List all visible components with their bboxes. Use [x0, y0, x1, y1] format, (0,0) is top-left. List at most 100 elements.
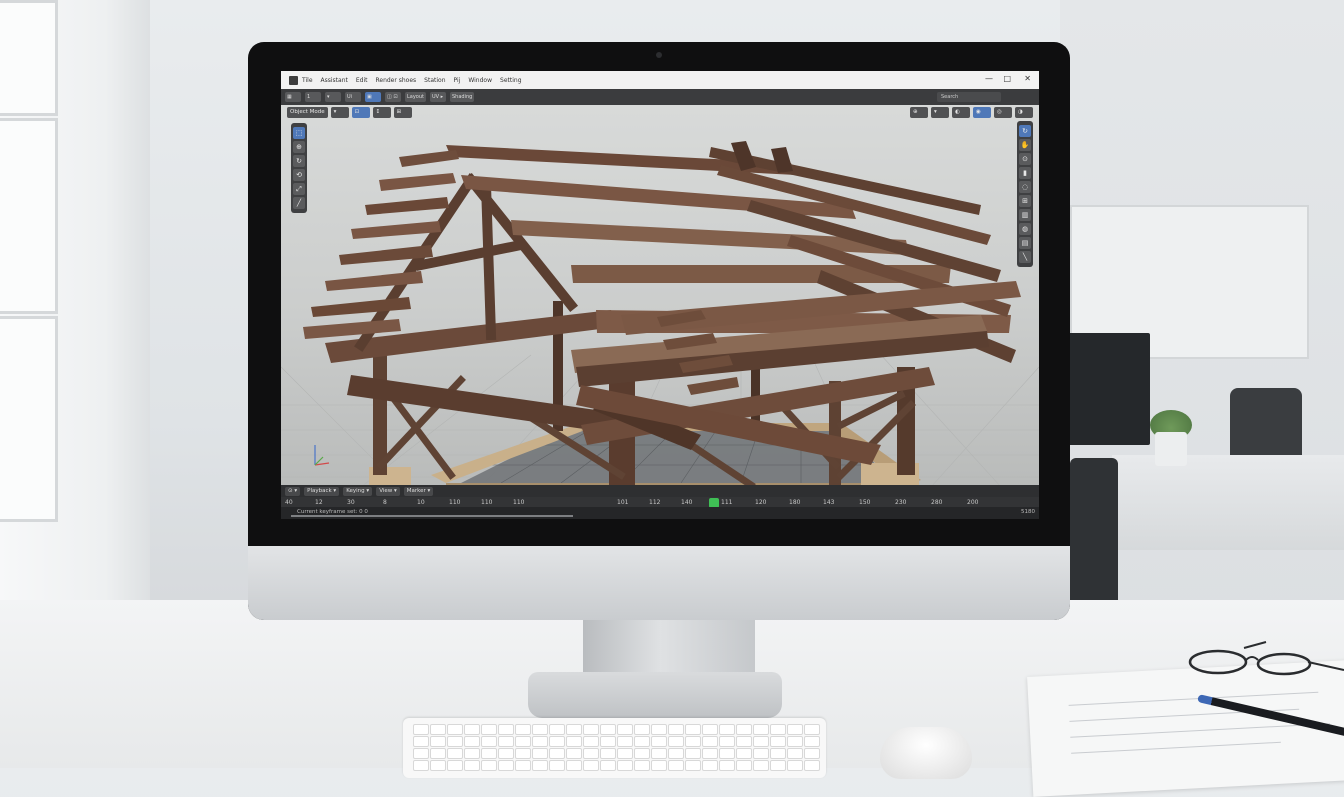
timeline-header: ⊙ ▾ Playback ▾ Keying ▾ View ▾ Marker ▾: [281, 485, 1039, 497]
grid-icon[interactable]: ⊞: [1019, 195, 1031, 207]
perspective-icon[interactable]: ▮: [1019, 167, 1031, 179]
lasso-icon[interactable]: ◌: [1019, 181, 1031, 193]
measure-tool-icon[interactable]: ╱: [293, 197, 305, 209]
minimize-icon[interactable]: —: [985, 74, 993, 83]
line-tool-icon[interactable]: ╲: [1019, 251, 1031, 263]
keyboard-key: [668, 748, 684, 759]
keyboard-key: [532, 760, 548, 771]
overlay-dropdown[interactable]: ▾: [931, 107, 949, 118]
paper-line: [1068, 691, 1319, 706]
keyboard-key: [498, 748, 514, 759]
keyboard-key: [668, 760, 684, 771]
keyboard-key: [753, 760, 769, 771]
frame-tick: 140: [681, 499, 693, 506]
keyboard-key: [413, 748, 429, 759]
timber-roof-model[interactable]: [281, 105, 1039, 487]
scale-tool-icon[interactable]: ⤢: [293, 183, 305, 195]
background-chair: [1070, 458, 1118, 608]
close-icon[interactable]: ✕: [1024, 74, 1031, 83]
paint-icon[interactable]: ◍: [1019, 223, 1031, 235]
frame-tick: 143: [823, 499, 835, 506]
toolbar-button-1[interactable]: 1: [305, 92, 321, 102]
keyboard-key: [651, 736, 667, 747]
select-box-button[interactable]: ⊡: [351, 107, 370, 118]
keyboard-key: [515, 748, 531, 759]
ruler-icon[interactable]: ▥: [1019, 209, 1031, 221]
cursor-tool-icon[interactable]: ⊕: [293, 141, 305, 153]
menu-station[interactable]: Station: [424, 77, 445, 84]
gizmo-icon[interactable]: ⊕: [910, 107, 928, 118]
select-tool-icon[interactable]: ⬚: [293, 127, 305, 139]
playback-menu[interactable]: Playback ▾: [304, 486, 340, 496]
keyboard-key: [702, 736, 718, 747]
keyboard-key: [481, 748, 497, 759]
window-pane: [0, 0, 58, 116]
rotate-tool-icon[interactable]: ↻: [293, 155, 305, 167]
marker-menu[interactable]: Marker ▾: [403, 486, 434, 496]
menu-assistant[interactable]: Assistant: [321, 77, 348, 84]
3d-viewport[interactable]: Object Mode ▾ ⊡ ↕ ⊞ ⊕ ▾ ◐ ◉ ◎ ◑ ⬚ ⊕ ↻ ⟲ …: [281, 105, 1039, 487]
maximize-icon[interactable]: □: [1003, 74, 1011, 83]
menu-setting[interactable]: Setting: [500, 77, 521, 84]
menu-pij[interactable]: Pij: [454, 77, 461, 84]
render-shading-icon[interactable]: ◑: [1015, 107, 1033, 118]
viewport-shading-controls: ⊕ ▾ ◐ ◉ ◎ ◑: [910, 107, 1033, 118]
keyboard-key: [736, 748, 752, 759]
toolbar-dropdown[interactable]: ▾: [325, 92, 341, 102]
keyboard-key: [770, 760, 786, 771]
snap-button[interactable]: ⊞: [393, 107, 412, 118]
keyboard-key: [549, 748, 565, 759]
keyboard-key: [634, 760, 650, 771]
keyboard-key: [413, 760, 429, 771]
keyboard-key: [464, 760, 480, 771]
frame-tick: 10: [417, 499, 425, 506]
layers-icon[interactable]: ▤: [1019, 237, 1031, 249]
keyboard-key: [447, 724, 463, 735]
navigation-tools: ↻ ✋ ⊙ ▮ ◌ ⊞ ▥ ◍ ▤ ╲: [1017, 121, 1033, 267]
material-shading-icon[interactable]: ◎: [994, 107, 1012, 118]
toolbar-button-editor[interactable]: ▦: [285, 92, 301, 102]
keyboard-key: [651, 748, 667, 759]
keyboard-key: [430, 748, 446, 759]
pan-icon[interactable]: ✋: [1019, 139, 1031, 151]
camera-icon[interactable]: ⊙: [1019, 153, 1031, 165]
keyboard-key: [804, 748, 820, 759]
menu-render[interactable]: Render shoes: [375, 77, 416, 84]
toolbar-button-active[interactable]: ▣: [365, 92, 381, 102]
mode-dropdown[interactable]: ▾: [330, 107, 349, 118]
keyboard-key: [600, 760, 616, 771]
solid-shading-icon[interactable]: ◉: [973, 107, 991, 118]
transform-button[interactable]: ↕: [372, 107, 391, 118]
frame-tick: 120: [755, 499, 767, 506]
xray-icon[interactable]: ◐: [952, 107, 970, 118]
keyboard-key: [753, 736, 769, 747]
workspace-tab-uv[interactable]: UV ▸: [430, 92, 446, 102]
keyboard-key: [651, 724, 667, 735]
toolbar: ▦ 1 ▾ Ui ▣ ◫ ⊡ Layout UV ▸ Shading Searc…: [281, 89, 1039, 105]
window-pane: [0, 316, 58, 522]
workspace-tab-layout[interactable]: Layout: [405, 92, 426, 102]
keyboard-key: [719, 736, 735, 747]
keyboard-key: [532, 748, 548, 759]
search-input[interactable]: Search: [937, 92, 1001, 102]
keying-menu[interactable]: Keying ▾: [343, 486, 373, 496]
menu-edit[interactable]: Edit: [356, 77, 368, 84]
view-menu[interactable]: View ▾: [376, 486, 400, 496]
timeline-editor-type[interactable]: ⊙ ▾: [285, 486, 301, 496]
frame-tick: 110: [481, 499, 493, 506]
keyboard-key: [787, 736, 803, 747]
plant-pot: [1155, 432, 1187, 466]
workspace-tab-shading[interactable]: Shading: [450, 92, 475, 102]
mode-selector[interactable]: Object Mode: [287, 107, 328, 118]
toolbar-button-ui[interactable]: Ui: [345, 92, 361, 102]
status-progress: [291, 515, 573, 517]
menu-window[interactable]: Window: [468, 77, 492, 84]
undo-tool-icon[interactable]: ⟲: [293, 169, 305, 181]
menu-tile[interactable]: Tile: [302, 77, 313, 84]
keyboard-key: [770, 748, 786, 759]
keyboard-key: [685, 724, 701, 735]
keyboard-key: [515, 736, 531, 747]
orbit-icon[interactable]: ↻: [1019, 125, 1031, 137]
rafters-left: [303, 150, 459, 339]
toolbar-button-view[interactable]: ◫ ⊡: [385, 92, 401, 102]
